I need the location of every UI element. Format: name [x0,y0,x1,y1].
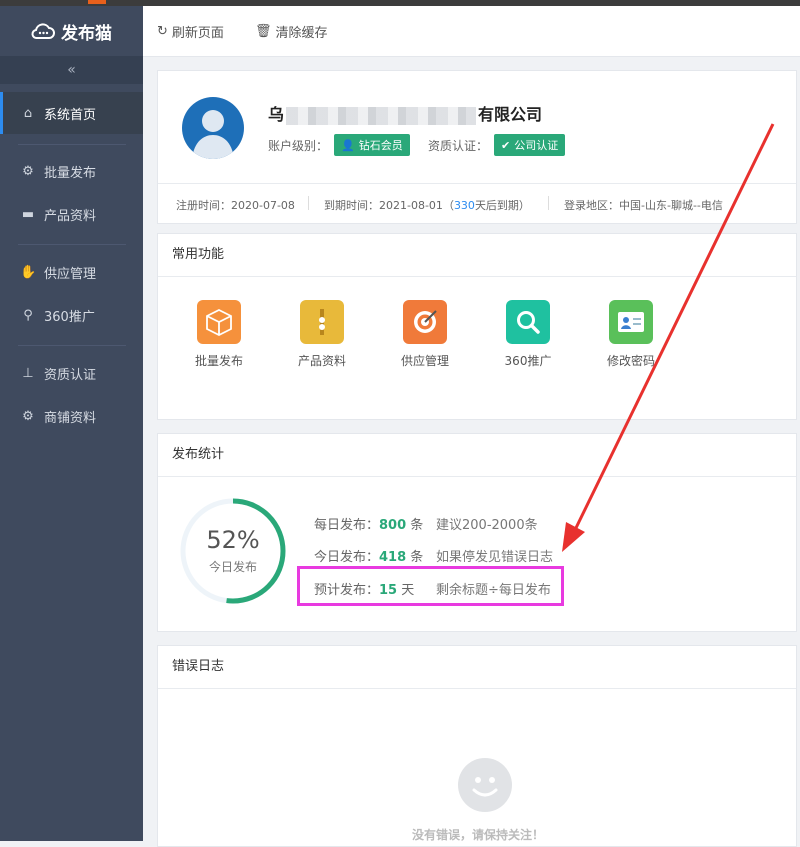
publish-stats-title: 发布统计 [158,434,796,477]
avatar [182,97,244,159]
sidebar-item-360[interactable]: ⚲ 360推广 [0,294,143,336]
stat-label: 今日发布： [314,550,380,565]
empty-log-text: 没有错误，请保持关注！ [412,828,545,842]
user-icon: 👤 [341,138,355,152]
highlight-box [297,566,564,606]
app-logo[interactable]: 发布猫 [0,6,143,56]
box-icon [197,300,241,344]
expire-info: 到期时间：2021-08-01（330天后到期） [324,197,530,213]
company-name-prefix: 乌 [268,105,285,124]
refresh-icon: ↻ [157,24,168,39]
sidebar-item-products[interactable]: ▬ 产品资料 [0,193,143,235]
func-products[interactable]: 产品资料 [287,300,357,369]
info-separator [308,196,309,210]
progress-percent: 52% [206,526,260,554]
home-icon: ⌂ [23,105,33,121]
folder-icon: ▬ [21,206,35,222]
sidebar-divider [18,244,126,245]
sidebar-item-home[interactable]: ⌂ 系统首页 [0,92,143,134]
account-info-row: 注册时间：2020-07-08 到期时间：2021-08-01（330天后到期）… [158,183,796,224]
stat-label: 每日发布： [314,518,380,533]
common-functions-title: 常用功能 [158,234,796,277]
info-separator [548,196,549,210]
sidebar-item-label: 系统首页 [44,107,97,123]
func-label: 360推广 [504,354,552,368]
trash-icon: 🗑 [255,24,272,39]
sidebar-item-label: 供应管理 [44,266,97,282]
stat-unit: 条 [406,518,424,533]
sidebar-item-label: 360推广 [44,309,95,325]
stat-hint: 建议200-2000条 [436,518,538,533]
cloud-icon [31,23,55,39]
func-label: 供应管理 [400,354,449,368]
func-supply[interactable]: 供应管理 [390,300,460,369]
id-card-icon [609,300,653,344]
profile-card: 乌 有限公司 账户级别： 👤 钻石会员 资质认证： ✔ 公司认证 注册时间：2020-… [157,70,797,224]
func-label: 修改密码 [606,354,655,368]
error-log-title: 错误日志 [158,646,796,689]
sidebar-divider [18,345,126,346]
common-functions-card: 常用功能 批量发布 产品资料 供应管理 360推广 修改密码 [157,233,797,420]
expire-close: 天后到期） [474,199,530,212]
account-level-label: 账户级别： [268,138,329,153]
smiley-icon [458,758,512,812]
sidebar-item-qualification[interactable]: ⊥ 资质认证 [0,352,143,394]
sidebar-item-label: 产品资料 [44,208,97,224]
register-date: 注册时间：2020-07-08 [176,199,295,212]
app-logo-text: 发布猫 [61,23,112,44]
func-label: 批量发布 [194,354,243,368]
window-accent-mark [88,0,106,4]
func-label: 产品资料 [297,354,346,368]
top-toolbar: ↻ 刷新页面 🗑 清除缓存 [143,6,800,57]
stat-value: 800 [379,518,407,533]
sidebar-item-label: 批量发布 [44,165,97,181]
stat-value: 418 [379,550,407,565]
stat-today: 今日发布：418 条 如果停发见错误日志 [314,546,553,565]
expire-open: （ [442,199,454,212]
stamp-icon: ⊥ [22,365,34,381]
sidebar-divider [18,144,126,145]
progress-caption: 今日发布 [208,560,257,574]
target-icon [403,300,447,344]
qualification-label: 资质认证： [428,138,489,153]
folder-archive-icon [300,300,344,344]
expire-date: 到期时间：2021-08-01 [324,199,443,212]
account-level: 账户级别： 👤 钻石会员 [268,134,410,156]
sidebar-item-label: 资质认证 [44,367,97,383]
refresh-label: 刷新页面 [171,26,224,41]
qualification-badge: ✔ 公司认证 [494,134,566,156]
stat-hint: 如果停发见错误日志 [436,550,554,565]
stat-daily: 每日发布：800 条 建议200-2000条 [314,514,538,533]
sidebar-item-supply[interactable]: ✋ 供应管理 [0,251,143,293]
func-batch-publish[interactable]: 批量发布 [184,300,254,369]
refresh-button[interactable]: ↻ 刷新页面 [157,22,224,41]
sidebar-item-shop[interactable]: ⚙ 商铺资料 [0,395,143,437]
account-level-badge: 👤 钻石会员 [334,134,410,156]
expire-days: 330 [453,199,475,212]
sidebar-collapse-button[interactable]: « [0,56,143,84]
func-360[interactable]: 360推广 [493,300,563,369]
redacted-blur [286,106,477,125]
account-level-value: 钻石会员 [358,139,403,152]
gear-icon: ⚙ [22,408,34,424]
gear-icon: ⚙ [22,163,34,179]
login-region: 登录地区：中国-山东-聊城--电信 [564,199,723,212]
clear-cache-button[interactable]: 🗑 清除缓存 [255,22,328,41]
check-circle-icon: ✔ [501,138,511,152]
error-log-card: 错误日志 [157,645,797,847]
sidebar-item-batch-publish[interactable]: ⚙ 批量发布 [0,150,143,192]
search-icon: ⚲ [23,307,33,323]
sidebar-item-label: 商铺资料 [44,410,97,426]
stat-unit: 条 [406,550,424,565]
func-change-password[interactable]: 修改密码 [596,300,666,369]
company-name-suffix: 有限公司 [478,105,543,124]
qualification: 资质认证： ✔ 公司认证 [428,134,566,156]
clear-cache-label: 清除缓存 [275,26,328,41]
magnifier-icon [506,300,550,344]
user-silhouette-icon [192,110,234,159]
company-name: 乌 有限公司 [268,101,542,125]
qualification-value: 公司认证 [514,139,559,152]
handshake-icon: ✋ [20,264,37,280]
